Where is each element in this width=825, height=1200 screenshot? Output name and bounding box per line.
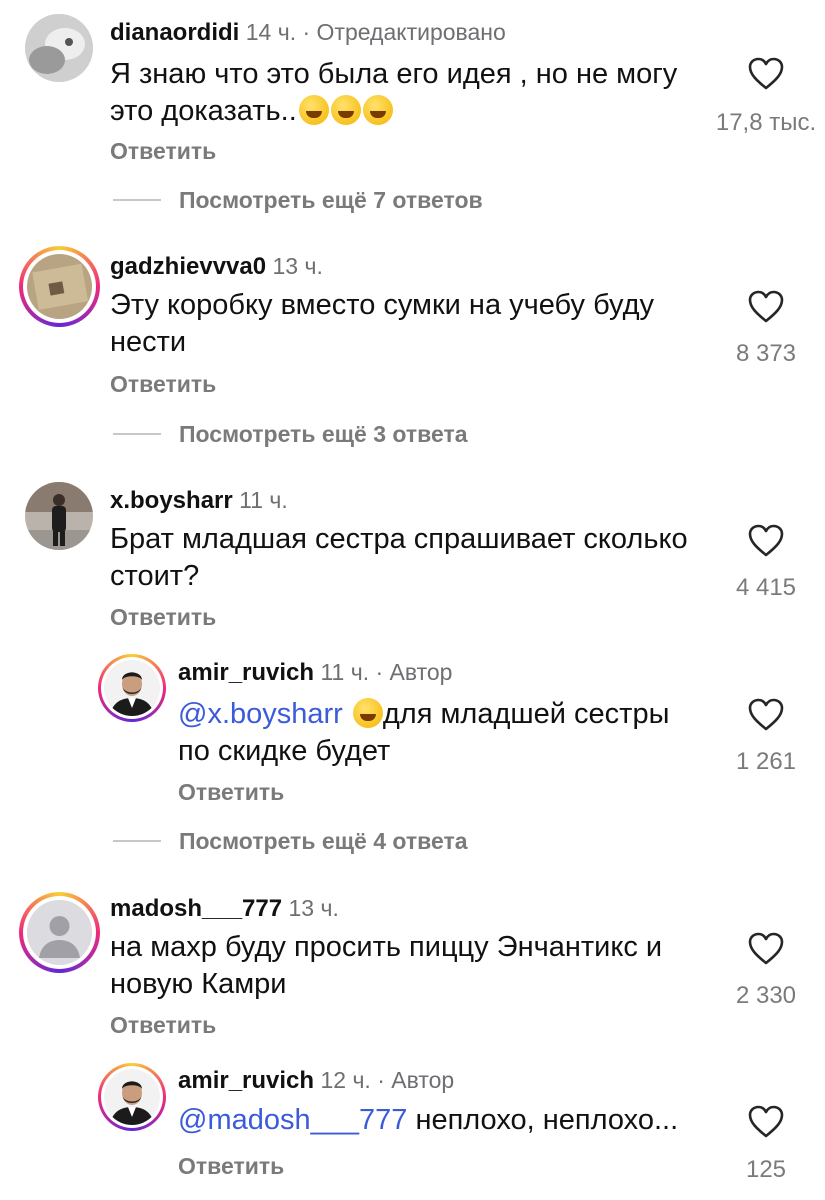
comment-meta: gadzhievvva0 13 ч.	[110, 252, 323, 281]
username[interactable]: x.boysharr	[110, 487, 233, 514]
username[interactable]: madosh___777	[110, 895, 282, 922]
comment-text: @x.boysharr для младшей сестры по скидке…	[178, 698, 670, 767]
comment-text: @madosh___777 неплохо, неплохо...	[178, 1104, 679, 1136]
username[interactable]: amir_ruvich	[178, 1067, 314, 1094]
timestamp: 11 ч.	[239, 487, 288, 513]
person-silhouette-icon	[27, 900, 92, 965]
comment-meta: amir_ruvich 12 ч. · Автор	[178, 1066, 454, 1095]
reply-button[interactable]: Ответить	[110, 604, 216, 631]
heart-icon[interactable]	[748, 932, 784, 966]
like-count: 4 415	[735, 574, 797, 601]
like-count: 8 373	[735, 340, 797, 367]
comment-meta: dianaordidi 14 ч. · Отредактировано	[110, 18, 506, 47]
avatar[interactable]	[19, 246, 100, 327]
reply-button[interactable]: Ответить	[110, 138, 216, 165]
timestamp: 13 ч.	[288, 895, 339, 921]
view-more-replies-label: Посмотреть ещё 7 ответов	[179, 186, 483, 213]
avatar[interactable]	[25, 482, 93, 550]
view-more-replies[interactable]: Посмотреть ещё 4 ответа	[113, 826, 468, 856]
heart-icon[interactable]	[748, 698, 784, 732]
heart-icon[interactable]	[748, 524, 784, 558]
timestamp: 11 ч.	[320, 659, 370, 685]
avatar[interactable]	[98, 1063, 166, 1131]
reply-button[interactable]: Ответить	[110, 371, 216, 398]
author-badge: · Автор	[375, 659, 453, 685]
timestamp: 13 ч.	[272, 253, 323, 279]
comment-text: Я знаю что это была его идея , но не мог…	[110, 58, 678, 127]
avatar[interactable]	[98, 654, 166, 722]
rolling-laughing-emoji-icon	[298, 95, 329, 125]
comment-text: Эту коробку вместо сумки на учебу буду н…	[110, 289, 655, 358]
username[interactable]: amir_ruvich	[178, 659, 314, 686]
comment-text: на махр буду просить пиццу Энчантикс и н…	[110, 931, 663, 1000]
divider	[113, 433, 161, 435]
comment-meta: madosh___777 13 ч.	[110, 894, 339, 923]
username[interactable]: dianaordidi	[110, 19, 239, 46]
heart-icon[interactable]	[748, 57, 784, 91]
view-more-replies[interactable]: Посмотреть ещё 3 ответа	[113, 419, 468, 449]
avatar[interactable]	[25, 14, 93, 82]
author-badge: · Автор	[377, 1067, 455, 1093]
like-count: 1 261	[735, 748, 797, 775]
divider	[113, 840, 161, 842]
comment-text: Брат младшая сестра спрашивает сколько с…	[110, 523, 688, 592]
reply-button[interactable]: Ответить	[178, 779, 284, 806]
rolling-laughing-emoji-icon	[330, 95, 361, 125]
timestamp: 14 ч.	[245, 19, 297, 45]
view-more-replies-label: Посмотреть ещё 4 ответа	[179, 827, 468, 854]
mention-link[interactable]: @x.boysharr	[178, 698, 343, 730]
like-count: 125	[745, 1156, 787, 1183]
divider	[113, 199, 161, 201]
comment-meta: x.boysharr 11 ч.	[110, 486, 288, 515]
like-count: 17,8 тыс.	[715, 109, 817, 136]
heart-icon[interactable]	[748, 290, 784, 324]
mention-link[interactable]: @madosh___777	[178, 1104, 407, 1136]
tears-of-joy-emoji-icon	[352, 698, 383, 728]
comment-meta: amir_ruvich 11 ч. · Автор	[178, 658, 452, 687]
reply-button[interactable]: Ответить	[110, 1012, 216, 1039]
view-more-replies[interactable]: Посмотреть ещё 7 ответов	[113, 185, 483, 215]
like-count: 2 330	[735, 982, 797, 1009]
edited-label: · Отредактировано	[302, 19, 506, 45]
username[interactable]: gadzhievvva0	[110, 253, 266, 280]
rolling-laughing-emoji-icon	[362, 95, 393, 125]
avatar[interactable]	[19, 892, 100, 973]
reply-button[interactable]: Ответить	[178, 1153, 284, 1180]
heart-icon[interactable]	[748, 1105, 784, 1139]
view-more-replies-label: Посмотреть ещё 3 ответа	[179, 420, 468, 447]
timestamp: 12 ч.	[320, 1067, 371, 1093]
